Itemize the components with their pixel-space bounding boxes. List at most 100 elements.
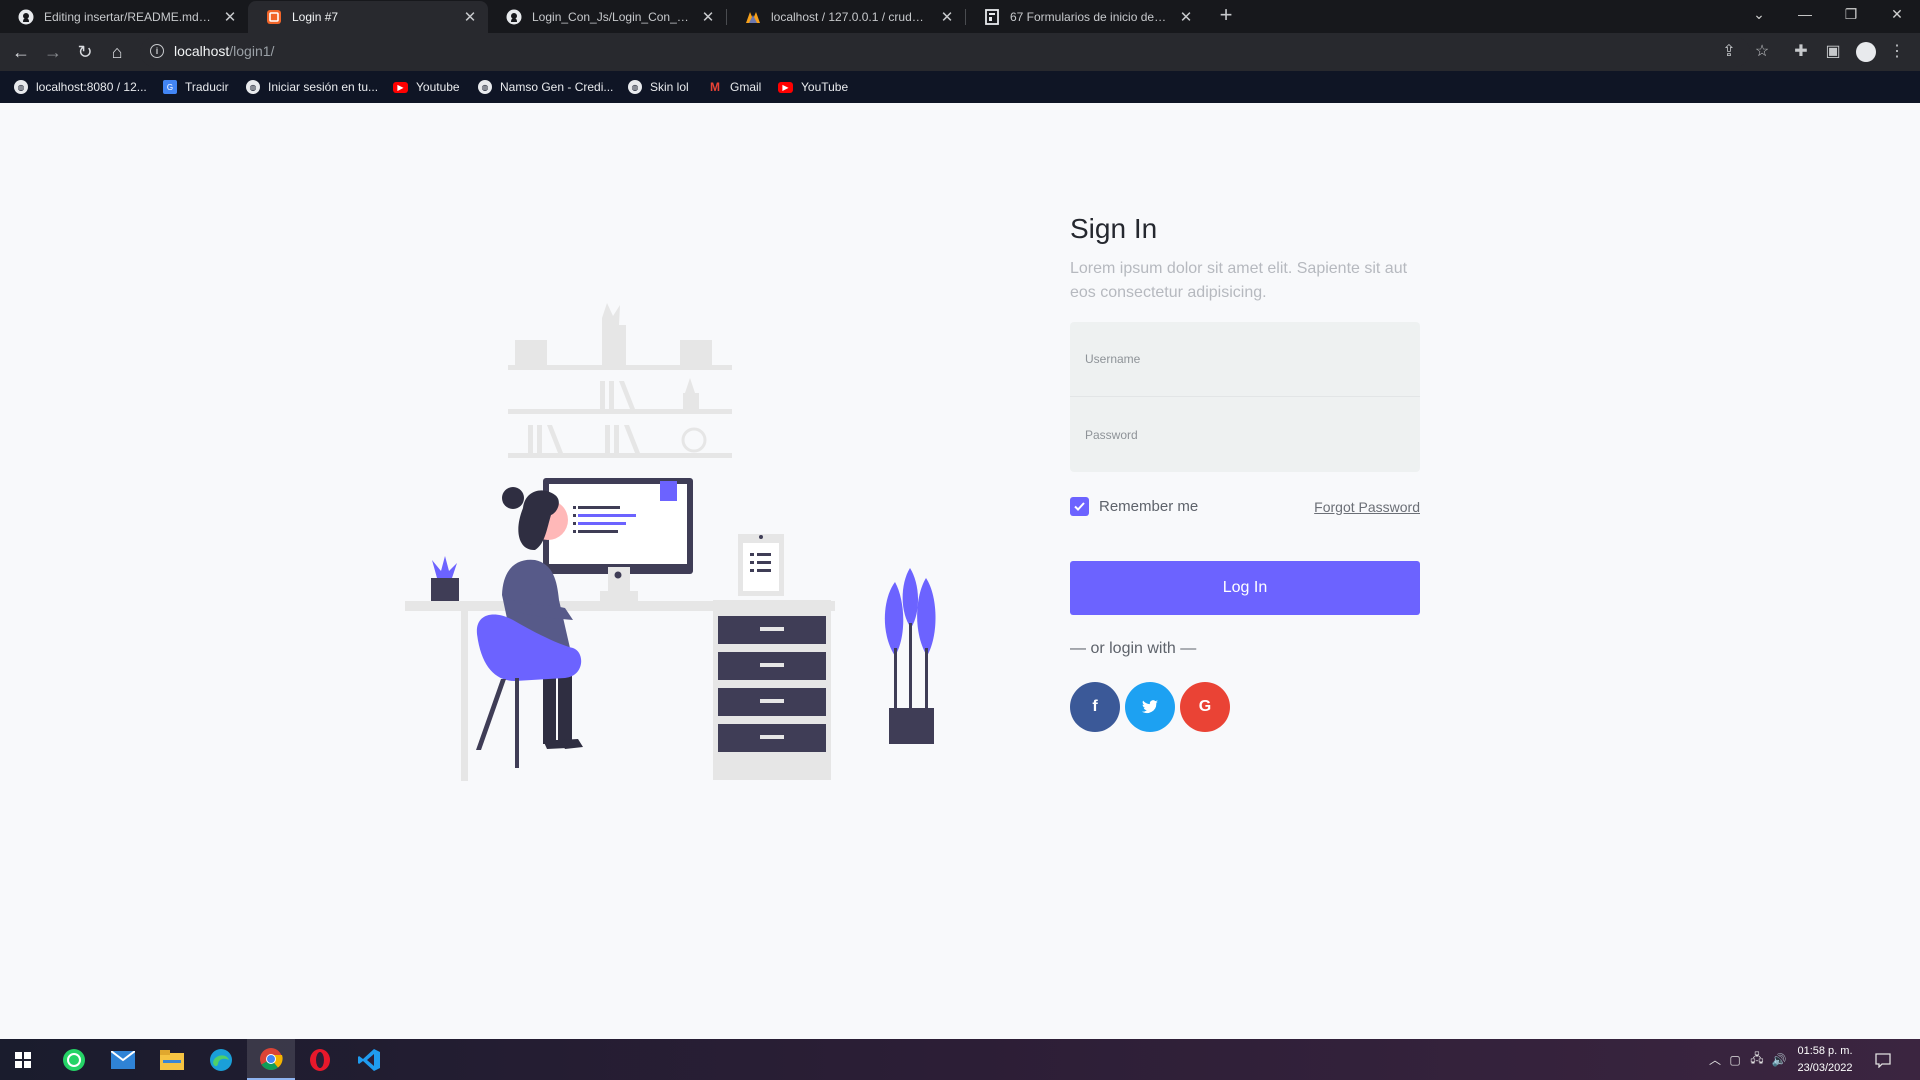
bookmark-iniciar-sesion[interactable]: ◍ Iniciar sesión en tu... xyxy=(246,71,378,103)
page-content: Sign In Lorem ipsum dolor sit amet elit.… xyxy=(0,103,1920,1039)
document-icon xyxy=(984,9,1000,25)
profile-avatar-icon[interactable] xyxy=(1855,41,1877,63)
reload-button[interactable]: ↻ xyxy=(72,39,98,65)
gmail-icon: M xyxy=(710,80,720,94)
monitor xyxy=(543,478,693,601)
twitter-icon xyxy=(1142,700,1158,714)
windows-start-icon[interactable] xyxy=(8,1045,38,1075)
globe-icon: ◍ xyxy=(628,80,642,94)
whatsapp-icon[interactable] xyxy=(59,1045,89,1075)
back-button[interactable]: ← xyxy=(8,39,34,65)
show-hidden-icons-icon[interactable]: ︿ xyxy=(1706,1051,1724,1068)
facebook-login-button[interactable]: f xyxy=(1070,682,1120,732)
file-explorer-icon[interactable] xyxy=(157,1045,187,1075)
url-host: localhost xyxy=(174,43,230,59)
bookmark-label: Namso Gen - Credi... xyxy=(500,80,614,94)
page-title: Sign In xyxy=(1070,213,1158,244)
edge-icon[interactable] xyxy=(206,1045,236,1075)
remember-me-label: Remember me xyxy=(1099,498,1199,515)
tab-label: Editing insertar/README.md at m xyxy=(44,10,212,24)
tall-plant xyxy=(884,568,936,744)
notifications-icon[interactable] xyxy=(1875,1039,1891,1080)
forward-button[interactable]: → xyxy=(40,39,66,65)
username-input[interactable] xyxy=(1070,322,1420,396)
bookmark-traducir[interactable]: G Traducir xyxy=(163,71,229,103)
options-row: Remember me Forgot Password xyxy=(1070,497,1420,516)
github-icon xyxy=(18,9,34,25)
bookmark-youtube[interactable]: ▶ Youtube xyxy=(393,71,460,103)
chrome-icon[interactable] xyxy=(247,1039,295,1080)
phpmyadmin-icon xyxy=(745,9,761,25)
google-icon: G xyxy=(1198,698,1212,715)
bookmark-label: Traducir xyxy=(185,80,229,94)
youtube-icon: ▶ xyxy=(778,81,793,93)
toolbar: ← → ↻ ⌂ i localhost/login1/ ⇪ ☆ ✚ ▣ ⋮ xyxy=(0,33,1920,71)
url-path: /login1/ xyxy=(229,43,275,59)
site-info-icon[interactable]: i xyxy=(150,44,164,58)
tab-search-button[interactable]: ⌄ xyxy=(1736,0,1782,30)
checkmark-icon xyxy=(1074,502,1085,511)
clock-time: 01:58 p. m. xyxy=(1797,1045,1853,1057)
person-at-desk-illustration xyxy=(405,303,936,781)
mail-icon[interactable] xyxy=(108,1045,138,1075)
browser-chrome: Editing insertar/README.md at m ✕ Login … xyxy=(0,0,1920,103)
minimize-button[interactable]: — xyxy=(1782,0,1828,30)
home-button[interactable]: ⌂ xyxy=(104,39,130,65)
close-tab-icon[interactable]: ✕ xyxy=(700,8,716,26)
bookmark-gmail[interactable]: M Gmail xyxy=(708,71,761,103)
opera-icon[interactable] xyxy=(305,1045,335,1075)
close-tab-icon[interactable]: ✕ xyxy=(939,8,955,26)
bookmark-localhost[interactable]: ◍ localhost:8080 / 12... xyxy=(14,71,147,103)
volume-icon[interactable]: 🔊 xyxy=(1768,1053,1790,1067)
google-login-button[interactable]: G xyxy=(1180,682,1230,732)
menu-icon[interactable]: ⋮ xyxy=(1886,41,1908,63)
address-bar[interactable] xyxy=(140,37,1750,67)
globe-icon: ◍ xyxy=(246,80,260,94)
close-window-button[interactable]: ✕ xyxy=(1874,0,1920,30)
taskbar-clock[interactable]: 01:58 p. m. 23/03/2022 xyxy=(1790,1043,1860,1077)
bookmark-star-icon[interactable]: ☆ xyxy=(1751,41,1773,63)
url-text[interactable]: localhost/login1/ xyxy=(174,43,274,59)
facebook-icon: f xyxy=(1092,698,1098,715)
shelves xyxy=(508,303,732,458)
tab-phpmyadmin[interactable]: localhost / 127.0.0.1 / crud1 / usu ✕ xyxy=(727,1,965,33)
tab-label: localhost / 127.0.0.1 / crud1 / usu xyxy=(771,10,929,24)
small-plant xyxy=(431,556,459,601)
remember-me-checkbox[interactable] xyxy=(1070,497,1089,516)
bookmark-label: localhost:8080 / 12... xyxy=(36,80,147,94)
password-input[interactable] xyxy=(1070,397,1420,472)
tab-formularios[interactable]: 67 Formularios de inicio de sesió ✕ xyxy=(966,1,1204,33)
desk xyxy=(405,600,835,781)
tab-login-7[interactable]: Login #7 ✕ xyxy=(248,1,488,33)
bookmark-namso-gen[interactable]: ◍ Namso Gen - Credi... xyxy=(478,71,613,103)
bookmark-label: Skin lol xyxy=(650,80,689,94)
bookmark-skin-lol[interactable]: ◍ Skin lol xyxy=(628,71,689,103)
vscode-icon[interactable] xyxy=(354,1045,384,1075)
tab-label: 67 Formularios de inicio de sesió xyxy=(1010,10,1168,24)
bookmark-label: Gmail xyxy=(730,80,762,94)
side-panel-icon[interactable]: ▣ xyxy=(1822,41,1844,63)
log-in-button[interactable]: Log In xyxy=(1070,561,1420,615)
tab-github-readme[interactable]: Editing insertar/README.md at m ✕ xyxy=(0,1,248,33)
extensions-icon[interactable]: ✚ xyxy=(1790,41,1812,63)
bookmark-youtube-2[interactable]: ▶ YouTube xyxy=(778,71,848,103)
share-icon[interactable]: ⇪ xyxy=(1718,41,1740,63)
close-tab-icon[interactable]: ✕ xyxy=(222,8,238,26)
tab-github-login-con-js[interactable]: Login_Con_Js/Login_Con_Js-main ✕ xyxy=(488,1,726,33)
bookmark-label: Iniciar sesión en tu... xyxy=(268,80,379,94)
windows-taskbar: ︿ ▢ 🖧 🔊 01:58 p. m. 23/03/2022 xyxy=(0,1039,1920,1080)
meet-now-icon[interactable]: ▢ xyxy=(1724,1053,1746,1067)
forgot-password-link[interactable]: Forgot Password xyxy=(1314,499,1420,515)
clipboard xyxy=(738,534,784,596)
remember-me-control[interactable]: Remember me xyxy=(1070,497,1198,516)
github-icon xyxy=(506,9,522,25)
username-field-wrapper xyxy=(1070,322,1420,397)
twitter-login-button[interactable] xyxy=(1125,682,1175,732)
social-login-buttons: f G xyxy=(1070,682,1420,732)
close-tab-icon[interactable]: ✕ xyxy=(462,8,478,26)
network-icon[interactable]: 🖧 xyxy=(1746,1049,1768,1070)
new-tab-button[interactable]: + xyxy=(1215,4,1237,28)
close-tab-icon[interactable]: ✕ xyxy=(1178,8,1194,26)
or-login-with-text: — or login with — xyxy=(1070,640,1197,657)
restore-button[interactable]: ❐ xyxy=(1828,0,1874,30)
